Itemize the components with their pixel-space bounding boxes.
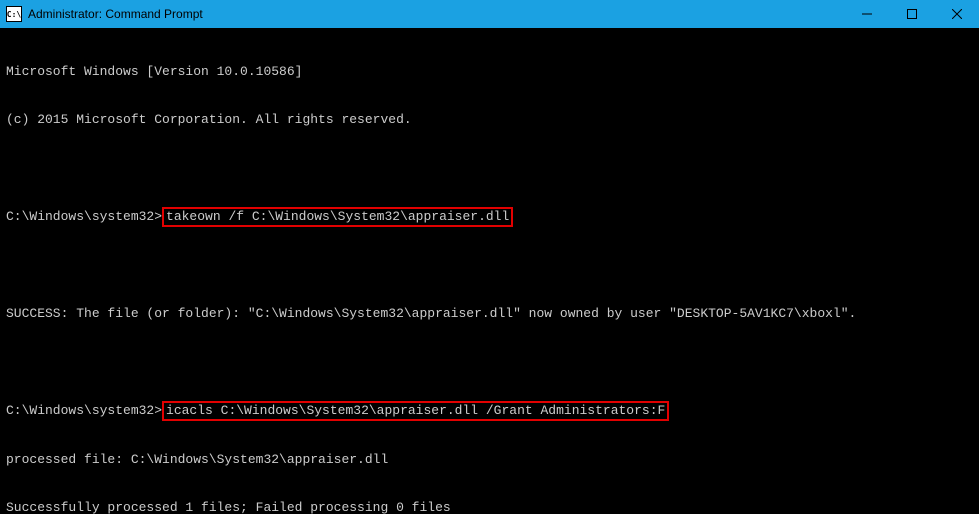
- maximize-button[interactable]: [889, 0, 934, 28]
- blank-line: [6, 354, 973, 370]
- minimize-icon: [862, 9, 872, 19]
- command-2-text: icacls C:\Windows\System32\appraiser.dll…: [166, 403, 665, 418]
- output-line: processed file: C:\Windows\System32\appr…: [6, 452, 973, 468]
- command-prompt-window: C:\ Administrator: Command Prompt Micros…: [0, 0, 979, 514]
- header-line: Microsoft Windows [Version 10.0.10586]: [6, 64, 973, 80]
- output-line: Successfully processed 1 files; Failed p…: [6, 500, 973, 514]
- titlebar[interactable]: C:\ Administrator: Command Prompt: [0, 0, 979, 28]
- command-2-highlight: icacls C:\Windows\System32\appraiser.dll…: [162, 401, 669, 421]
- blank-line: [6, 160, 973, 176]
- output-line: SUCCESS: The file (or folder): "C:\Windo…: [6, 306, 973, 322]
- blank-line: [6, 258, 973, 274]
- cmd-icon-text: C:\: [7, 10, 21, 19]
- maximize-icon: [907, 9, 917, 19]
- copyright-line: (c) 2015 Microsoft Corporation. All righ…: [6, 112, 973, 128]
- command-1-highlight: takeown /f C:\Windows\System32\appraiser…: [162, 207, 513, 227]
- window-controls: [844, 0, 979, 28]
- close-button[interactable]: [934, 0, 979, 28]
- minimize-button[interactable]: [844, 0, 889, 28]
- cmd-icon: C:\: [6, 6, 22, 22]
- close-icon: [952, 9, 962, 19]
- prompt-text: C:\Windows\system32>: [6, 403, 162, 418]
- command-1-text: takeown /f C:\Windows\System32\appraiser…: [166, 209, 509, 224]
- command-line-1: C:\Windows\system32> takeown /f C:\Window…: [6, 208, 973, 226]
- window-title: Administrator: Command Prompt: [28, 7, 844, 21]
- prompt-text: C:\Windows\system32>: [6, 209, 162, 224]
- command-line-2: C:\Windows\system32> icacls C:\Windows\Sy…: [6, 402, 973, 420]
- terminal-area[interactable]: Microsoft Windows [Version 10.0.10586] (…: [0, 28, 979, 514]
